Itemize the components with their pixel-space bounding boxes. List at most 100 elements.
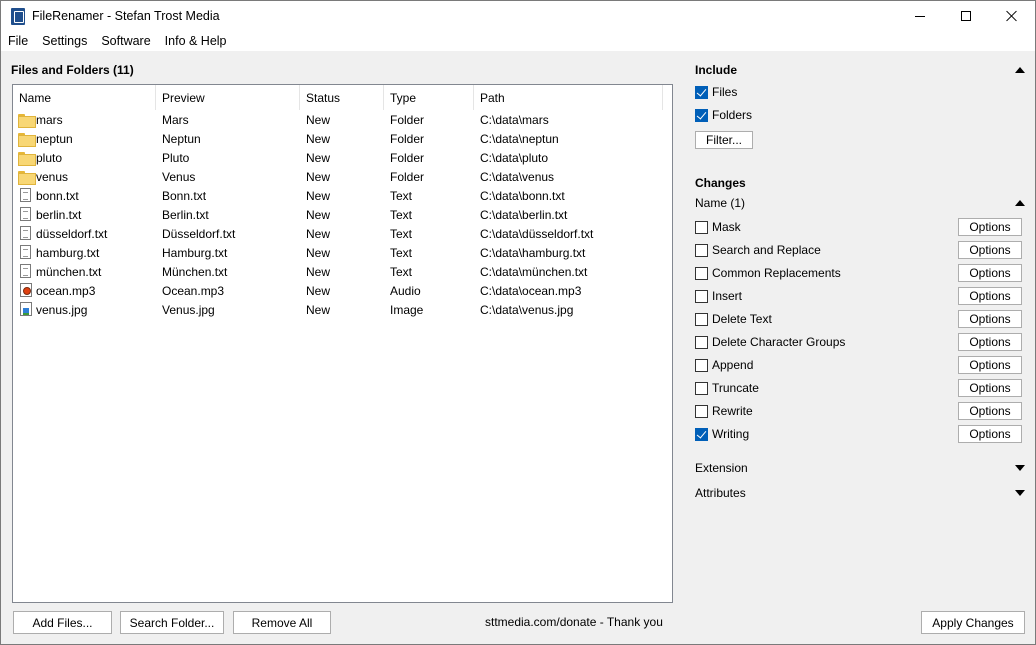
change-truncate-checkbox[interactable]: Truncate	[695, 379, 759, 397]
options-button-append[interactable]: Options	[958, 356, 1022, 374]
audio-file-icon	[20, 283, 32, 297]
column-header-path[interactable]: Path	[474, 85, 663, 110]
cell-name: venus	[13, 167, 156, 186]
checkbox-unchecked-icon[interactable]	[695, 220, 708, 234]
maximize-button[interactable]	[943, 1, 989, 31]
cell-type: Audio	[390, 284, 421, 298]
cell-status: New	[306, 265, 331, 279]
search-folder-button[interactable]: Search Folder...	[120, 611, 224, 634]
table-row[interactable]: pluto Pluto New Folder C:\data\pluto	[13, 148, 672, 167]
cell-preview: Hamburg.txt	[162, 246, 228, 260]
file-name: düsseldorf.txt	[36, 227, 108, 241]
table-row[interactable]: düsseldorf.txt Düsseldorf.txt New Text C:\da…	[13, 224, 672, 243]
change-rewrite-checkbox[interactable]: Rewrite	[695, 402, 753, 420]
table-row[interactable]: ocean.mp3 Ocean.mp3 New Audio C:\data\ocean.…	[13, 281, 672, 300]
menu-info-help[interactable]: Info & Help	[158, 31, 234, 51]
close-button[interactable]	[989, 1, 1035, 31]
file-list[interactable]: Name Preview Status Type Path mars Mars Ne…	[12, 84, 673, 603]
checkbox-unchecked-icon[interactable]	[695, 266, 708, 280]
checkbox-checked-icon[interactable]	[695, 108, 708, 122]
file-name: ocean.mp3	[36, 284, 96, 298]
collapse-name-icon[interactable]	[1015, 200, 1025, 206]
options-button-truncate[interactable]: Options	[958, 379, 1022, 397]
cell-type: Text	[390, 208, 413, 222]
extension-section-label[interactable]: Extension	[695, 461, 748, 475]
expand-extension-icon[interactable]	[1015, 465, 1025, 471]
checkbox-unchecked-icon[interactable]	[695, 312, 708, 326]
remove-all-button[interactable]: Remove All	[233, 611, 331, 634]
minimize-icon	[915, 15, 925, 17]
table-row[interactable]: mars Mars New Folder C:\data\mars	[13, 110, 672, 129]
checkbox-unchecked-icon[interactable]	[695, 289, 708, 303]
change-label: Delete Text	[712, 312, 772, 326]
change-writing-checkbox[interactable]: Writing	[695, 425, 749, 443]
table-row[interactable]: venus.jpg Venus.jpg New Image C:\data\venus.…	[13, 300, 672, 319]
add-files-button[interactable]: Add Files...	[13, 611, 112, 634]
menu-software[interactable]: Software	[94, 31, 157, 51]
cell-status: New	[306, 303, 331, 317]
cell-status: New	[306, 227, 331, 241]
change-delete-character-groups-checkbox[interactable]: Delete Character Groups	[695, 333, 845, 351]
cell-type: Folder	[390, 170, 425, 184]
options-button-delete-text[interactable]: Options	[958, 310, 1022, 328]
menu-file[interactable]: File	[1, 31, 35, 51]
column-header-type[interactable]: Type	[384, 85, 474, 110]
cell-preview: Berlin.txt	[162, 208, 209, 222]
include-folders-checkbox[interactable]: Folders	[695, 106, 752, 124]
expand-attributes-icon[interactable]	[1015, 490, 1025, 496]
cell-preview: Mars	[162, 113, 189, 127]
checkbox-unchecked-icon[interactable]	[695, 404, 708, 418]
include-files-checkbox[interactable]: Files	[695, 83, 737, 101]
options-button-common-replacements[interactable]: Options	[958, 264, 1022, 282]
checkbox-unchecked-icon[interactable]	[695, 358, 708, 372]
collapse-include-icon[interactable]	[1015, 67, 1025, 73]
cell-status: New	[306, 208, 331, 222]
column-header-status[interactable]: Status	[300, 85, 384, 110]
change-delete-text-checkbox[interactable]: Delete Text	[695, 310, 772, 328]
checkbox-unchecked-icon[interactable]	[695, 381, 708, 395]
file-list-body: mars Mars New Folder C:\data\mars neptun Neptu…	[13, 110, 672, 319]
title-bar[interactable]: FileRenamer - Stefan Trost Media	[1, 1, 1035, 31]
change-label: Append	[712, 358, 754, 372]
cell-preview: Venus.jpg	[162, 303, 215, 317]
change-mask-checkbox[interactable]: Mask	[695, 218, 741, 236]
table-row[interactable]: berlin.txt Berlin.txt New Text C:\data\berli…	[13, 205, 672, 224]
change-insert-checkbox[interactable]: Insert	[695, 287, 742, 305]
column-header-name[interactable]: Name	[13, 85, 156, 110]
minimize-button[interactable]	[897, 1, 943, 31]
checkbox-checked-icon[interactable]	[695, 85, 708, 99]
include-heading: Include	[695, 63, 738, 77]
filter-button[interactable]: Filter...	[695, 131, 753, 149]
change-append-checkbox[interactable]: Append	[695, 356, 753, 374]
change-common-replacements-checkbox[interactable]: Common Replacements	[695, 264, 841, 282]
table-row[interactable]: venus Venus New Folder C:\data\venus	[13, 167, 672, 186]
checkbox-checked-icon[interactable]	[695, 427, 708, 441]
file-name: berlin.txt	[36, 208, 82, 222]
change-search-and-replace-checkbox[interactable]: Search and Replace	[695, 241, 821, 259]
table-row[interactable]: hamburg.txt Hamburg.txt New Text C:\data\ham…	[13, 243, 672, 262]
options-button-search-and-replace[interactable]: Options	[958, 241, 1022, 259]
text-file-icon	[20, 264, 31, 278]
checkbox-unchecked-icon[interactable]	[695, 243, 708, 257]
cell-status: New	[306, 151, 331, 165]
column-header-preview[interactable]: Preview	[156, 85, 300, 110]
apply-changes-button[interactable]: Apply Changes	[921, 611, 1025, 634]
options-button-rewrite[interactable]: Options	[958, 402, 1022, 420]
table-row[interactable]: neptun Neptun New Folder C:\data\neptun	[13, 129, 672, 148]
checkbox-unchecked-icon[interactable]	[695, 335, 708, 349]
options-button-insert[interactable]: Options	[958, 287, 1022, 305]
options-button-writing[interactable]: Options	[958, 425, 1022, 443]
cell-name: ocean.mp3	[13, 281, 156, 300]
table-row[interactable]: bonn.txt Bonn.txt New Text C:\data\bonn.txt	[13, 186, 672, 205]
cell-preview: Venus	[162, 170, 196, 184]
options-button-mask[interactable]: Options	[958, 218, 1022, 236]
file-name: neptun	[36, 132, 73, 146]
options-button-delete-character-groups[interactable]: Options	[958, 333, 1022, 351]
files-heading: Files and Folders (11)	[11, 63, 134, 77]
name-section-label[interactable]: Name (1)	[695, 196, 745, 210]
image-file-icon	[20, 302, 32, 316]
menu-settings[interactable]: Settings	[35, 31, 94, 51]
table-row[interactable]: münchen.txt München.txt New Text C:\data\mün…	[13, 262, 672, 281]
cell-name: hamburg.txt	[13, 243, 156, 262]
attributes-section-label[interactable]: Attributes	[695, 486, 746, 500]
